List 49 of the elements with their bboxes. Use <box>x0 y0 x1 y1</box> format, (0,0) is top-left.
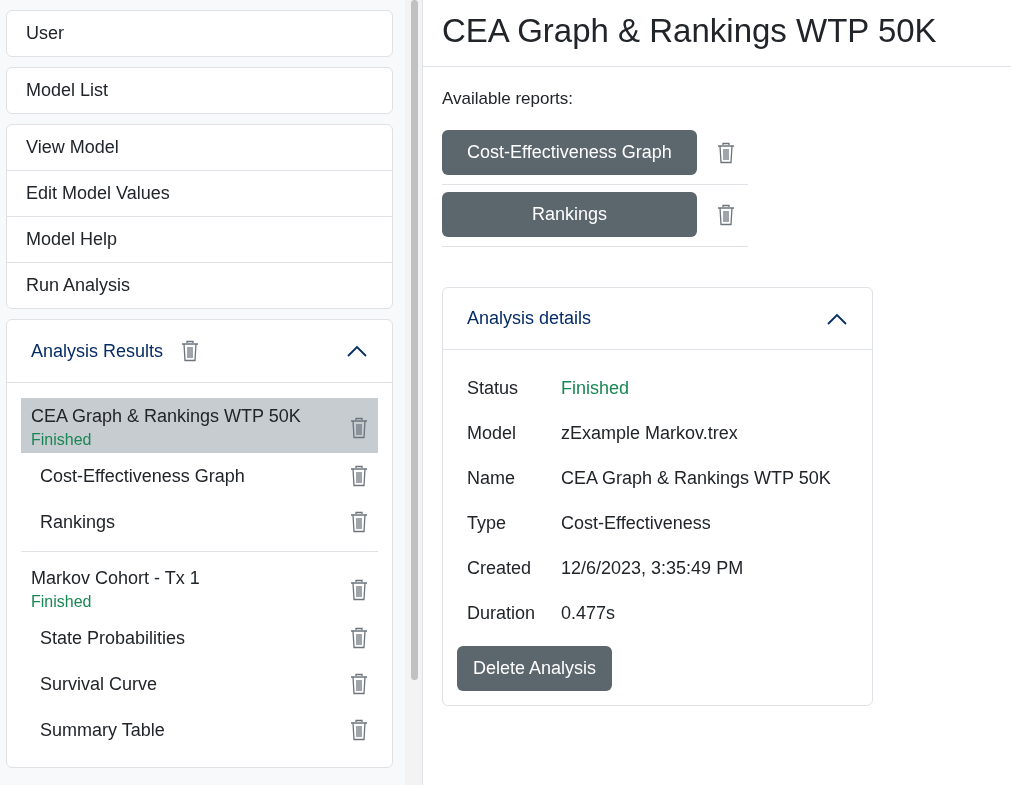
detail-label: Type <box>467 513 508 534</box>
nav-item[interactable]: Model List <box>6 67 393 114</box>
detail-value: 0.477s <box>561 603 616 624</box>
analysis-result-title: Markov Cohort - Tx 1 <box>31 568 201 589</box>
detail-label: Created <box>467 558 533 579</box>
detail-value: Finished <box>561 378 630 399</box>
detail-value: 12/6/2023, 3:35:49 PM <box>561 558 744 579</box>
reports-label: Available reports: <box>442 89 575 109</box>
report-link[interactable]: Survival Curve <box>40 673 158 695</box>
trash-icon[interactable] <box>717 203 735 226</box>
detail-value: Cost-Effectiveness <box>561 513 711 534</box>
nav-item[interactable]: Edit Model Values <box>7 170 392 216</box>
trash-icon[interactable] <box>350 465 368 487</box>
nav-item[interactable]: Run Analysis <box>7 262 392 308</box>
report-link[interactable]: Rankings <box>40 511 116 533</box>
analysis-result-item[interactable]: Markov Cohort - Tx 1 Finished <box>21 560 378 615</box>
trash-icon[interactable] <box>717 141 735 164</box>
report-button[interactable]: Cost-Effectiveness Graph <box>442 130 697 175</box>
trash-icon[interactable] <box>350 719 368 741</box>
trash-icon[interactable] <box>350 578 368 601</box>
status-text: Finished <box>31 431 93 449</box>
analysis-results-heading[interactable]: Analysis Results <box>31 340 164 362</box>
detail-label: Name <box>467 468 516 489</box>
report-link[interactable]: Summary Table <box>40 719 165 741</box>
trash-icon[interactable] <box>350 673 368 695</box>
page-title: CEA Graph & Rankings WTP 50K <box>442 12 938 50</box>
delete-analysis-button[interactable]: Delete Analysis <box>457 646 613 691</box>
trash-icon[interactable] <box>350 627 368 649</box>
status-text: Finished <box>31 593 93 611</box>
detail-label: Duration <box>467 603 537 624</box>
detail-value: CEA Graph & Rankings WTP 50K <box>561 468 831 489</box>
chevron-icon[interactable] <box>346 344 368 358</box>
trash-icon[interactable] <box>350 511 368 533</box>
chevron-icon[interactable] <box>826 311 848 326</box>
nav-item[interactable]: User <box>6 10 393 57</box>
analysis-result-title: CEA Graph & Rankings WTP 50K <box>31 406 302 427</box>
trash-icon[interactable] <box>350 416 368 439</box>
analysis-result-item[interactable]: CEA Graph & Rankings WTP 50K Finished <box>21 398 378 453</box>
detail-label: Model <box>467 423 518 444</box>
report-link[interactable]: Cost-Effectiveness Graph <box>40 465 245 487</box>
detail-label: Status <box>467 378 520 399</box>
detail-value: zExample Markov.trex <box>561 423 738 444</box>
nav-item[interactable]: View Model <box>7 125 392 170</box>
trash-icon[interactable] <box>181 340 200 362</box>
scrollbar[interactable] <box>405 0 423 785</box>
report-button[interactable]: Rankings <box>442 192 697 237</box>
details-heading[interactable]: Analysis details <box>467 308 592 329</box>
report-link[interactable]: State Probabilities <box>40 627 186 649</box>
nav-item[interactable]: Model Help <box>7 216 392 262</box>
